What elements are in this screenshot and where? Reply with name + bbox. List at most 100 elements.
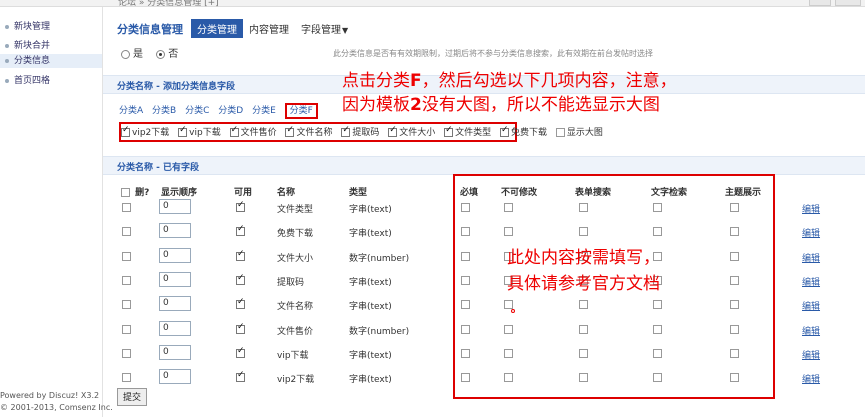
category-f-link[interactable]: 分类F (284, 103, 318, 119)
top-control-2[interactable] (835, 0, 861, 6)
validity-note: 此分类信息是否有有效期限制，过期后将不参与分类信息搜索，此有效期在前台发帖时选择 (333, 49, 653, 58)
row-type: 字串(text) (349, 375, 392, 385)
existing-field-section-title: 分类名称 - 已有字段 (117, 163, 200, 173)
field-checkbox[interactable] (555, 128, 565, 137)
row-edit-link[interactable]: 编辑 (802, 348, 820, 361)
row-enabled-checkbox[interactable] (236, 273, 245, 285)
sidebar: 新块管理 新块合并 分类信息 首页四格 Powered by Discuz! X… (0, 7, 113, 417)
row-delete-checkbox[interactable] (122, 227, 131, 236)
annotation-line2-suffix: 没有大图，所以不能选显示大图 (421, 95, 660, 115)
field-label: 提取码 (352, 128, 380, 138)
existing-field-section: 分类名称 - 已有字段 (103, 156, 865, 175)
row-order-input[interactable]: 0 (159, 199, 191, 214)
field-checkbox[interactable] (121, 125, 130, 137)
row-enabled-checkbox[interactable] (236, 322, 245, 334)
radio-yes[interactable] (121, 49, 130, 59)
row-edit-link[interactable]: 编辑 (802, 251, 820, 264)
row-order-input[interactable]: 0 (159, 345, 191, 360)
annotation-instructions: 点击分类F，然后勾选以下几项内容，注意， 因为模板2没有大图，所以不能选显示大图 (342, 69, 677, 117)
annotation-line1-prefix: 点击分类 (342, 71, 410, 91)
row-edit-link[interactable]: 编辑 (802, 202, 820, 215)
field-checkbox-row: vip2下载 vip下载 文件售价 文件名称 提取码 文件大小 文件类型 免费下… (121, 125, 609, 138)
row-delete-checkbox[interactable] (122, 373, 131, 382)
select-all-checkbox[interactable] (121, 188, 130, 197)
sidebar-item-label: 新块管理 (14, 22, 51, 32)
tab-content-manage[interactable]: 内容管理 (243, 19, 295, 38)
sidebar-item-block-merge[interactable]: 新块合并 (5, 38, 50, 51)
sidebar-item-classified-info[interactable]: 分类信息 (0, 54, 102, 68)
col-name-header: 名称 (277, 188, 296, 198)
top-strip: 论坛 » 分类信息管理 [+] (0, 0, 865, 8)
row-delete-checkbox[interactable] (122, 252, 131, 261)
submit-button[interactable]: 提交 (117, 388, 148, 406)
field-label: vip下载 (189, 128, 221, 138)
row-enabled-checkbox[interactable] (236, 224, 245, 236)
annotation-line1-suffix: ，然后勾选以下几项内容，注意， (421, 71, 677, 91)
row-order-input[interactable]: 0 (159, 321, 191, 336)
annotation-fill-note: 此处内容按需填写， 具体请参考官方文档 (507, 245, 660, 297)
field-checkbox[interactable] (285, 125, 295, 137)
sidebar-item-home-grid[interactable]: 首页四格 (5, 73, 50, 86)
category-e-link[interactable]: 分类E (252, 106, 276, 116)
red-marker (511, 309, 515, 313)
row-enabled-checkbox[interactable] (236, 370, 245, 382)
category-c-link[interactable]: 分类C (185, 106, 209, 116)
row-enabled-checkbox[interactable] (236, 346, 245, 358)
radio-no[interactable] (156, 49, 166, 59)
field-checkbox[interactable] (341, 125, 351, 137)
row-delete-checkbox[interactable] (122, 276, 131, 285)
row-edit-link[interactable]: 编辑 (802, 226, 820, 239)
row-enabled-checkbox[interactable] (236, 297, 245, 309)
row-name: vip2下载 (277, 375, 315, 385)
main-content: 分类信息管理 分类管理 内容管理 字段管理▼ 是 否 此分类信息是否有有效期限制… (103, 7, 865, 417)
row-order-input[interactable]: 0 (159, 248, 191, 263)
row-enabled-checkbox[interactable] (236, 200, 245, 212)
bullet-icon (5, 43, 9, 48)
sidebar-item-label: 分类信息 (14, 56, 51, 66)
col-enabled-header: 可用 (234, 188, 253, 198)
top-control[interactable] (809, 0, 831, 6)
field-checkbox[interactable] (229, 125, 239, 137)
field-checkbox[interactable] (500, 125, 510, 137)
row-order-input[interactable]: 0 (159, 296, 191, 311)
sidebar-item-label: 首页四格 (14, 76, 51, 86)
tab-category-manage[interactable]: 分类管理 (191, 19, 243, 38)
copyright: © 2001-2013, Comsenz Inc. (0, 403, 113, 412)
col-delete-label: 删? (135, 188, 150, 198)
radio-yes-label: 是 (133, 49, 143, 60)
field-checkbox[interactable] (444, 125, 454, 137)
row-edit-link[interactable]: 编辑 (802, 324, 820, 337)
tab-bar: 分类管理 内容管理 字段管理▼ (191, 19, 354, 38)
field-checkbox[interactable] (388, 125, 398, 137)
field-label: 免费下载 (511, 128, 548, 138)
bullet-icon (5, 78, 9, 83)
field-checkbox[interactable] (178, 125, 188, 137)
sidebar-item-block-manage[interactable]: 新块管理 (5, 19, 50, 32)
row-type: 字串(text) (349, 351, 392, 361)
row-enabled-checkbox[interactable] (236, 249, 245, 261)
caret-down-icon: ▼ (342, 26, 349, 35)
row-name: 文件大小 (277, 254, 314, 264)
row-delete-checkbox[interactable] (122, 349, 131, 358)
row-edit-link[interactable]: 编辑 (802, 299, 820, 312)
add-field-section-title: 分类名称 - 添加分类信息字段 (117, 82, 236, 92)
category-links: 分类A 分类B 分类C 分类D 分类E 分类F (119, 103, 324, 119)
category-d-link[interactable]: 分类D (218, 106, 243, 116)
category-a-link[interactable]: 分类A (119, 106, 143, 116)
row-order-input[interactable]: 0 (159, 369, 191, 384)
field-label: 文件类型 (455, 128, 492, 138)
category-b-link[interactable]: 分类B (152, 106, 176, 116)
row-edit-link[interactable]: 编辑 (802, 275, 820, 288)
row-order-input[interactable]: 0 (159, 272, 191, 287)
row-order-input[interactable]: 0 (159, 223, 191, 238)
tab-field-manage[interactable]: 字段管理▼ (295, 19, 354, 38)
radio-no-label: 否 (168, 49, 179, 60)
tab-field-manage-label: 字段管理 (301, 25, 341, 36)
sidebar-item-label: 新块合并 (14, 41, 51, 51)
row-delete-checkbox[interactable] (122, 325, 131, 334)
row-delete-checkbox[interactable] (122, 300, 131, 309)
row-delete-checkbox[interactable] (122, 203, 131, 212)
row-edit-link[interactable]: 编辑 (802, 372, 820, 385)
annotation-fill-line2: 具体请参考官方文档 (507, 274, 660, 294)
bullet-icon (5, 58, 9, 63)
